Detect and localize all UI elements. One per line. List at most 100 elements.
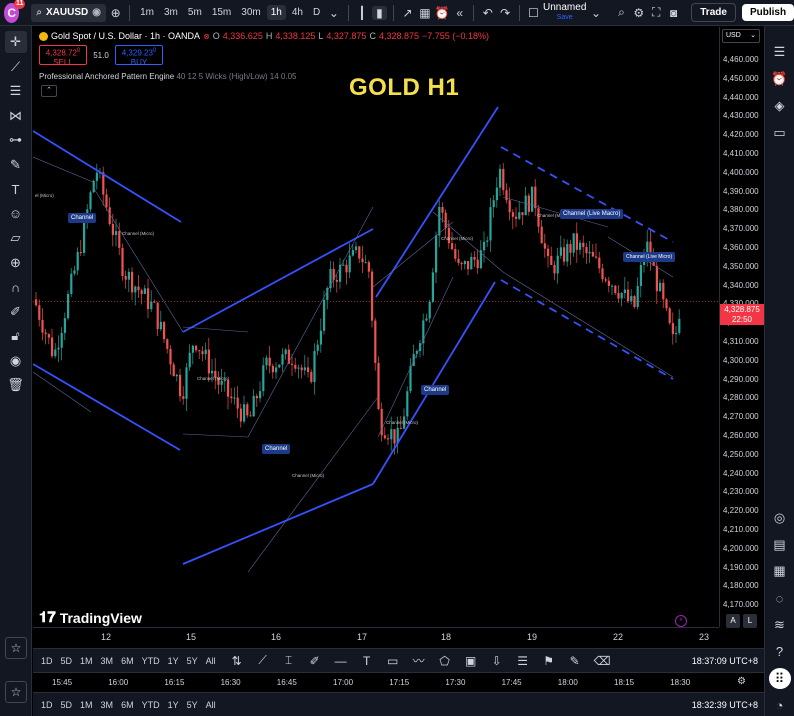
layers-icon[interactable]: ◈ — [769, 96, 791, 117]
range-6m[interactable]: 6M — [121, 656, 134, 666]
range-ytd[interactable]: YTD — [142, 656, 160, 666]
arrow-down-icon[interactable]: ⇩ — [490, 654, 504, 668]
trend-line-icon[interactable]: ⟋ — [5, 56, 27, 78]
interval-3m[interactable]: 3m — [160, 5, 182, 20]
add-symbol-icon[interactable]: ⊕ — [108, 6, 123, 20]
range-1d[interactable]: 1D — [41, 700, 53, 710]
price-axis[interactable]: USD ⌄ 4,460.000 4,450.000 4,440.000 4,430.0… — [719, 27, 764, 627]
range-3m[interactable]: 3M — [101, 656, 114, 666]
ruler-icon[interactable]: ▱ — [5, 227, 27, 249]
buy-button[interactable]: 4,329.230 BUY — [115, 45, 163, 67]
eye-visibility-icon[interactable]: ◉ — [5, 350, 27, 372]
range-1m[interactable]: 1M — [80, 656, 93, 666]
emoji-icon[interactable]: ☺ — [5, 203, 27, 225]
range-5y[interactable]: 5Y — [187, 656, 198, 666]
calendar-icon[interactable]: ▤ — [769, 534, 791, 555]
lock-icon[interactable]: 🔓︎ — [5, 325, 27, 347]
rectangle-icon[interactable]: ▣ — [464, 654, 478, 668]
lock-drawings-icon[interactable]: ✐ — [5, 301, 27, 323]
settings-gear-icon[interactable]: ⚙ — [737, 676, 746, 687]
range-all[interactable]: All — [206, 656, 216, 666]
range-1y[interactable]: 1Y — [168, 700, 179, 710]
utc-clock[interactable]: 18:32:39 UTC+8 — [692, 700, 758, 710]
interval-30m[interactable]: 30m — [237, 5, 264, 20]
forecast-icon[interactable]: ⊶ — [5, 129, 27, 151]
line-tool-icon[interactable]: ⟋ — [256, 653, 270, 668]
fib-icon[interactable]: ☰ — [5, 80, 27, 102]
interval-d[interactable]: D — [309, 5, 324, 20]
layout-grid-icon[interactable]: ▦ — [417, 6, 432, 20]
log-scale-button[interactable]: L — [743, 614, 757, 628]
range-1m[interactable]: 1M — [80, 700, 93, 710]
indicators-icon[interactable]: ↗ — [400, 6, 415, 20]
candle-style-icon[interactable]: ▮ — [371, 5, 388, 20]
app-logo[interactable]: C 11 — [4, 0, 26, 23]
lightning-icon[interactable]: ⚡︎ — [675, 615, 687, 627]
replay-icon[interactable]: « — [452, 6, 467, 20]
alert-icon[interactable]: ⏰ — [435, 6, 450, 20]
sell-button[interactable]: 4,328.720 SELL — [39, 45, 87, 67]
interval-1h[interactable]: 1h — [266, 5, 286, 20]
range-5d[interactable]: 5D — [61, 700, 73, 710]
indicator-legend[interactable]: Professional Anchored Pattern Engine 40 … — [39, 72, 297, 81]
range-1y[interactable]: 1Y — [168, 656, 179, 666]
currency-select[interactable]: USD ⌄ — [722, 29, 760, 43]
symbol-search[interactable]: ⌕ XAUUSD ◉ — [31, 3, 106, 22]
utc-clock[interactable]: 18:37:09 UTC+8 — [692, 656, 758, 666]
help-icon[interactable]: ? — [769, 641, 791, 662]
comment-icon[interactable]: ▭ — [386, 654, 400, 668]
text-icon[interactable]: T — [360, 654, 374, 668]
time-axis-secondary[interactable]: 18:30 18:15 18:00 17:45 17:30 17:15 17:00 16:45… — [33, 672, 764, 692]
undo-icon[interactable]: ↶ — [480, 6, 495, 20]
range-5d[interactable]: 5D — [61, 656, 73, 666]
pen-tool-icon[interactable]: ✐ — [308, 654, 322, 668]
settings-gear-icon[interactable]: ⚙ — [631, 6, 646, 20]
horizontal-line-icon[interactable]: — — [334, 654, 348, 668]
zoom-icon[interactable]: ⊕ — [5, 252, 27, 274]
time-axis[interactable]: 12 15 16 17 18 19 22 23 — [33, 627, 719, 645]
interval-5m[interactable]: 5m — [184, 5, 206, 20]
snapshot-camera-icon[interactable]: ◙ — [666, 6, 681, 20]
target-icon[interactable]: ◎ — [769, 507, 791, 528]
news-icon[interactable]: ▦ — [769, 561, 791, 582]
fullscreen-icon[interactable]: ⛶ — [649, 5, 664, 20]
range-ytd[interactable]: YTD — [142, 700, 160, 710]
range-1d[interactable]: 1D — [41, 656, 53, 666]
watchlist-icon[interactable]: ☰ — [769, 42, 791, 63]
pattern-icon[interactable]: ⋈ — [5, 105, 27, 127]
apps-grid-icon[interactable]: ⠿ — [768, 668, 791, 690]
layout-dropdown-icon[interactable]: ⌄ — [588, 6, 603, 20]
chart-pane[interactable]: Gold Spot / U.S. Dollar · 1h · OANDA ⊗ O… — [33, 27, 719, 627]
trash-icon[interactable]: 🗑︎ — [5, 374, 27, 396]
layout-square-icon[interactable]: ☐ — [526, 6, 541, 20]
flag-icon[interactable]: ⚑ — [542, 654, 556, 668]
auto-scale-button[interactable]: A — [726, 614, 740, 628]
lines-icon[interactable]: ☰ — [516, 654, 530, 668]
crosshair-icon[interactable]: ✛ — [4, 31, 27, 53]
marker-icon[interactable]: ✎ — [568, 654, 582, 668]
range-5y[interactable]: 5Y — [187, 700, 198, 710]
notifications-icon[interactable]: ◔ — [769, 695, 791, 716]
stream-icon[interactable]: ≋ — [769, 615, 791, 636]
redo-icon[interactable]: ↷ — [498, 6, 513, 20]
shape-icon[interactable]: ⬠ — [438, 654, 452, 668]
interval-1m[interactable]: 1m — [136, 5, 158, 20]
favorites-star-icon-2[interactable]: ☆ — [5, 681, 27, 703]
quick-search-icon[interactable]: ⌕ — [614, 5, 629, 20]
interval-dropdown-icon[interactable]: ⌄ — [326, 6, 341, 20]
text-tool-icon[interactable]: ⌶ — [282, 653, 296, 668]
layout-name[interactable]: Unnamed Save — [543, 2, 586, 23]
interval-15m[interactable]: 15m — [208, 5, 235, 20]
range-3m[interactable]: 3M — [101, 700, 114, 710]
refresh-icon[interactable]: ⇅ — [230, 654, 244, 668]
brush-icon[interactable]: ✎ — [5, 154, 27, 176]
chat-icon[interactable]: ▭ — [769, 122, 791, 143]
publish-button[interactable]: Publish — [741, 4, 794, 21]
favorites-star-icon[interactable]: ☆ — [5, 637, 27, 659]
range-all[interactable]: All — [206, 700, 216, 710]
alarm-clock-icon[interactable]: ⏰ — [769, 69, 791, 90]
range-6m[interactable]: 6M — [121, 700, 134, 710]
path-icon[interactable]: 〰 — [412, 652, 426, 669]
collapse-legend-button[interactable]: ⌃ — [41, 85, 57, 97]
trade-button[interactable]: Trade — [691, 3, 736, 22]
